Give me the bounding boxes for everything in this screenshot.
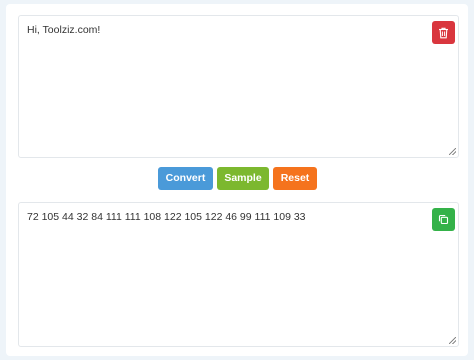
trash-icon [439, 27, 448, 38]
output-text[interactable]: 72 105 44 32 84 111 111 108 122 105 122 … [27, 210, 418, 224]
input-text[interactable]: Hi, Toolziz.com! [27, 23, 418, 37]
clear-input-button[interactable] [432, 21, 455, 44]
output-textarea[interactable]: 72 105 44 32 84 111 111 108 122 105 122 … [18, 202, 459, 347]
converter-panel: Hi, Toolziz.com! Convert Sample Reset 72… [6, 4, 468, 356]
resize-grip[interactable] [449, 148, 456, 155]
sample-button[interactable]: Sample [217, 167, 269, 190]
resize-grip[interactable] [449, 337, 456, 344]
action-buttons: Convert Sample Reset [6, 167, 468, 191]
input-textarea[interactable]: Hi, Toolziz.com! [18, 15, 459, 158]
copy-icon [438, 214, 449, 225]
copy-output-button[interactable] [432, 208, 455, 231]
reset-button[interactable]: Reset [273, 167, 317, 190]
convert-button[interactable]: Convert [158, 167, 213, 190]
